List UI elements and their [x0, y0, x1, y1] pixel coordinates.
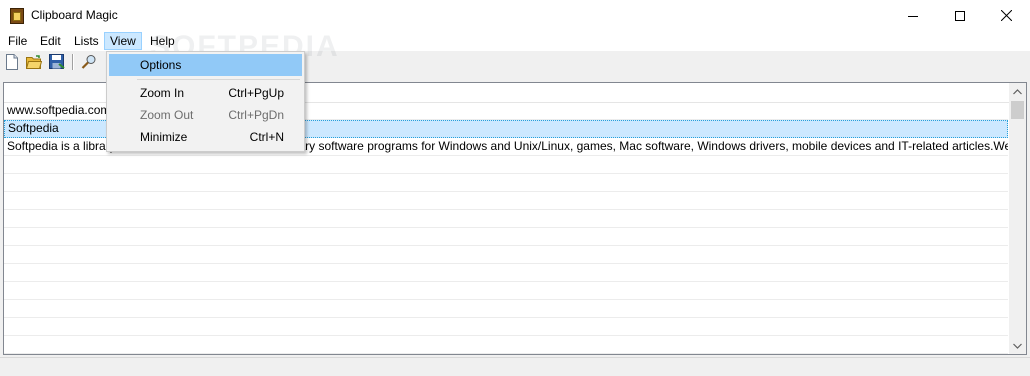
empty-row — [4, 282, 1008, 300]
menu-item-options[interactable]: Options — [109, 54, 302, 76]
menu-item-label: Options — [140, 58, 182, 72]
chevron-down-icon — [1013, 343, 1022, 349]
menu-file[interactable]: File — [3, 32, 32, 50]
menu-view[interactable]: View — [104, 32, 142, 50]
maximize-window-button[interactable] — [937, 0, 983, 31]
new-document-icon — [6, 54, 18, 70]
empty-row — [4, 174, 1008, 192]
maximize-icon — [955, 10, 965, 21]
menu-item-zoom-out: Zoom Out Ctrl+PgDn — [109, 104, 302, 126]
scrollbar-thumb[interactable] — [1011, 101, 1024, 119]
close-window-button[interactable] — [983, 0, 1029, 31]
empty-row — [4, 228, 1008, 246]
menu-item-shortcut: Ctrl+N — [249, 130, 284, 144]
menu-edit[interactable]: Edit — [35, 32, 66, 50]
menu-help[interactable]: Help — [145, 32, 180, 50]
minimize-icon — [908, 15, 918, 17]
scroll-down-button[interactable] — [1009, 337, 1026, 354]
open-folder-icon — [26, 55, 42, 69]
find-icon — [81, 55, 96, 69]
menu-lists[interactable]: Lists — [69, 32, 104, 50]
save-icon — [49, 54, 65, 69]
empty-row — [4, 210, 1008, 228]
empty-row — [4, 264, 1008, 282]
clipboard-magic-app-icon — [10, 8, 24, 24]
scroll-up-button[interactable] — [1009, 83, 1026, 100]
minimize-window-button[interactable] — [890, 0, 936, 31]
empty-row — [4, 156, 1008, 174]
menu-item-label: Zoom In — [140, 86, 185, 100]
empty-row — [4, 300, 1008, 318]
close-icon — [1000, 10, 1012, 21]
menu-item-label: Minimize — [140, 130, 188, 144]
title-bar: Clipboard Magic — [0, 0, 1030, 31]
menu-item-label: Zoom Out — [140, 108, 194, 122]
save-button[interactable] — [48, 53, 66, 71]
menu-bar: File Edit Lists View Help — [0, 31, 1030, 51]
find-button[interactable] — [80, 53, 98, 71]
menu-item-shortcut: Ctrl+PgDn — [228, 108, 284, 122]
menu-item-minimize[interactable]: Minimize Ctrl+N — [109, 126, 302, 148]
view-menu-dropdown: Options Zoom In Ctrl+PgUp Zoom Out Ctrl+… — [106, 51, 305, 152]
vertical-scrollbar[interactable] — [1009, 83, 1026, 354]
open-button[interactable] — [25, 53, 43, 71]
new-button[interactable] — [3, 53, 21, 71]
menu-item-shortcut: Ctrl+PgUp — [228, 86, 284, 100]
menu-item-zoom-in[interactable]: Zoom In Ctrl+PgUp — [109, 82, 302, 104]
window-title: Clipboard Magic — [31, 8, 118, 22]
menu-separator — [137, 79, 300, 80]
toolbar-separator — [72, 54, 73, 70]
chevron-up-icon — [1013, 88, 1022, 94]
empty-row — [4, 318, 1008, 336]
empty-row — [4, 336, 1008, 354]
status-bar — [0, 357, 1030, 376]
empty-row — [4, 192, 1008, 210]
empty-row — [4, 246, 1008, 264]
